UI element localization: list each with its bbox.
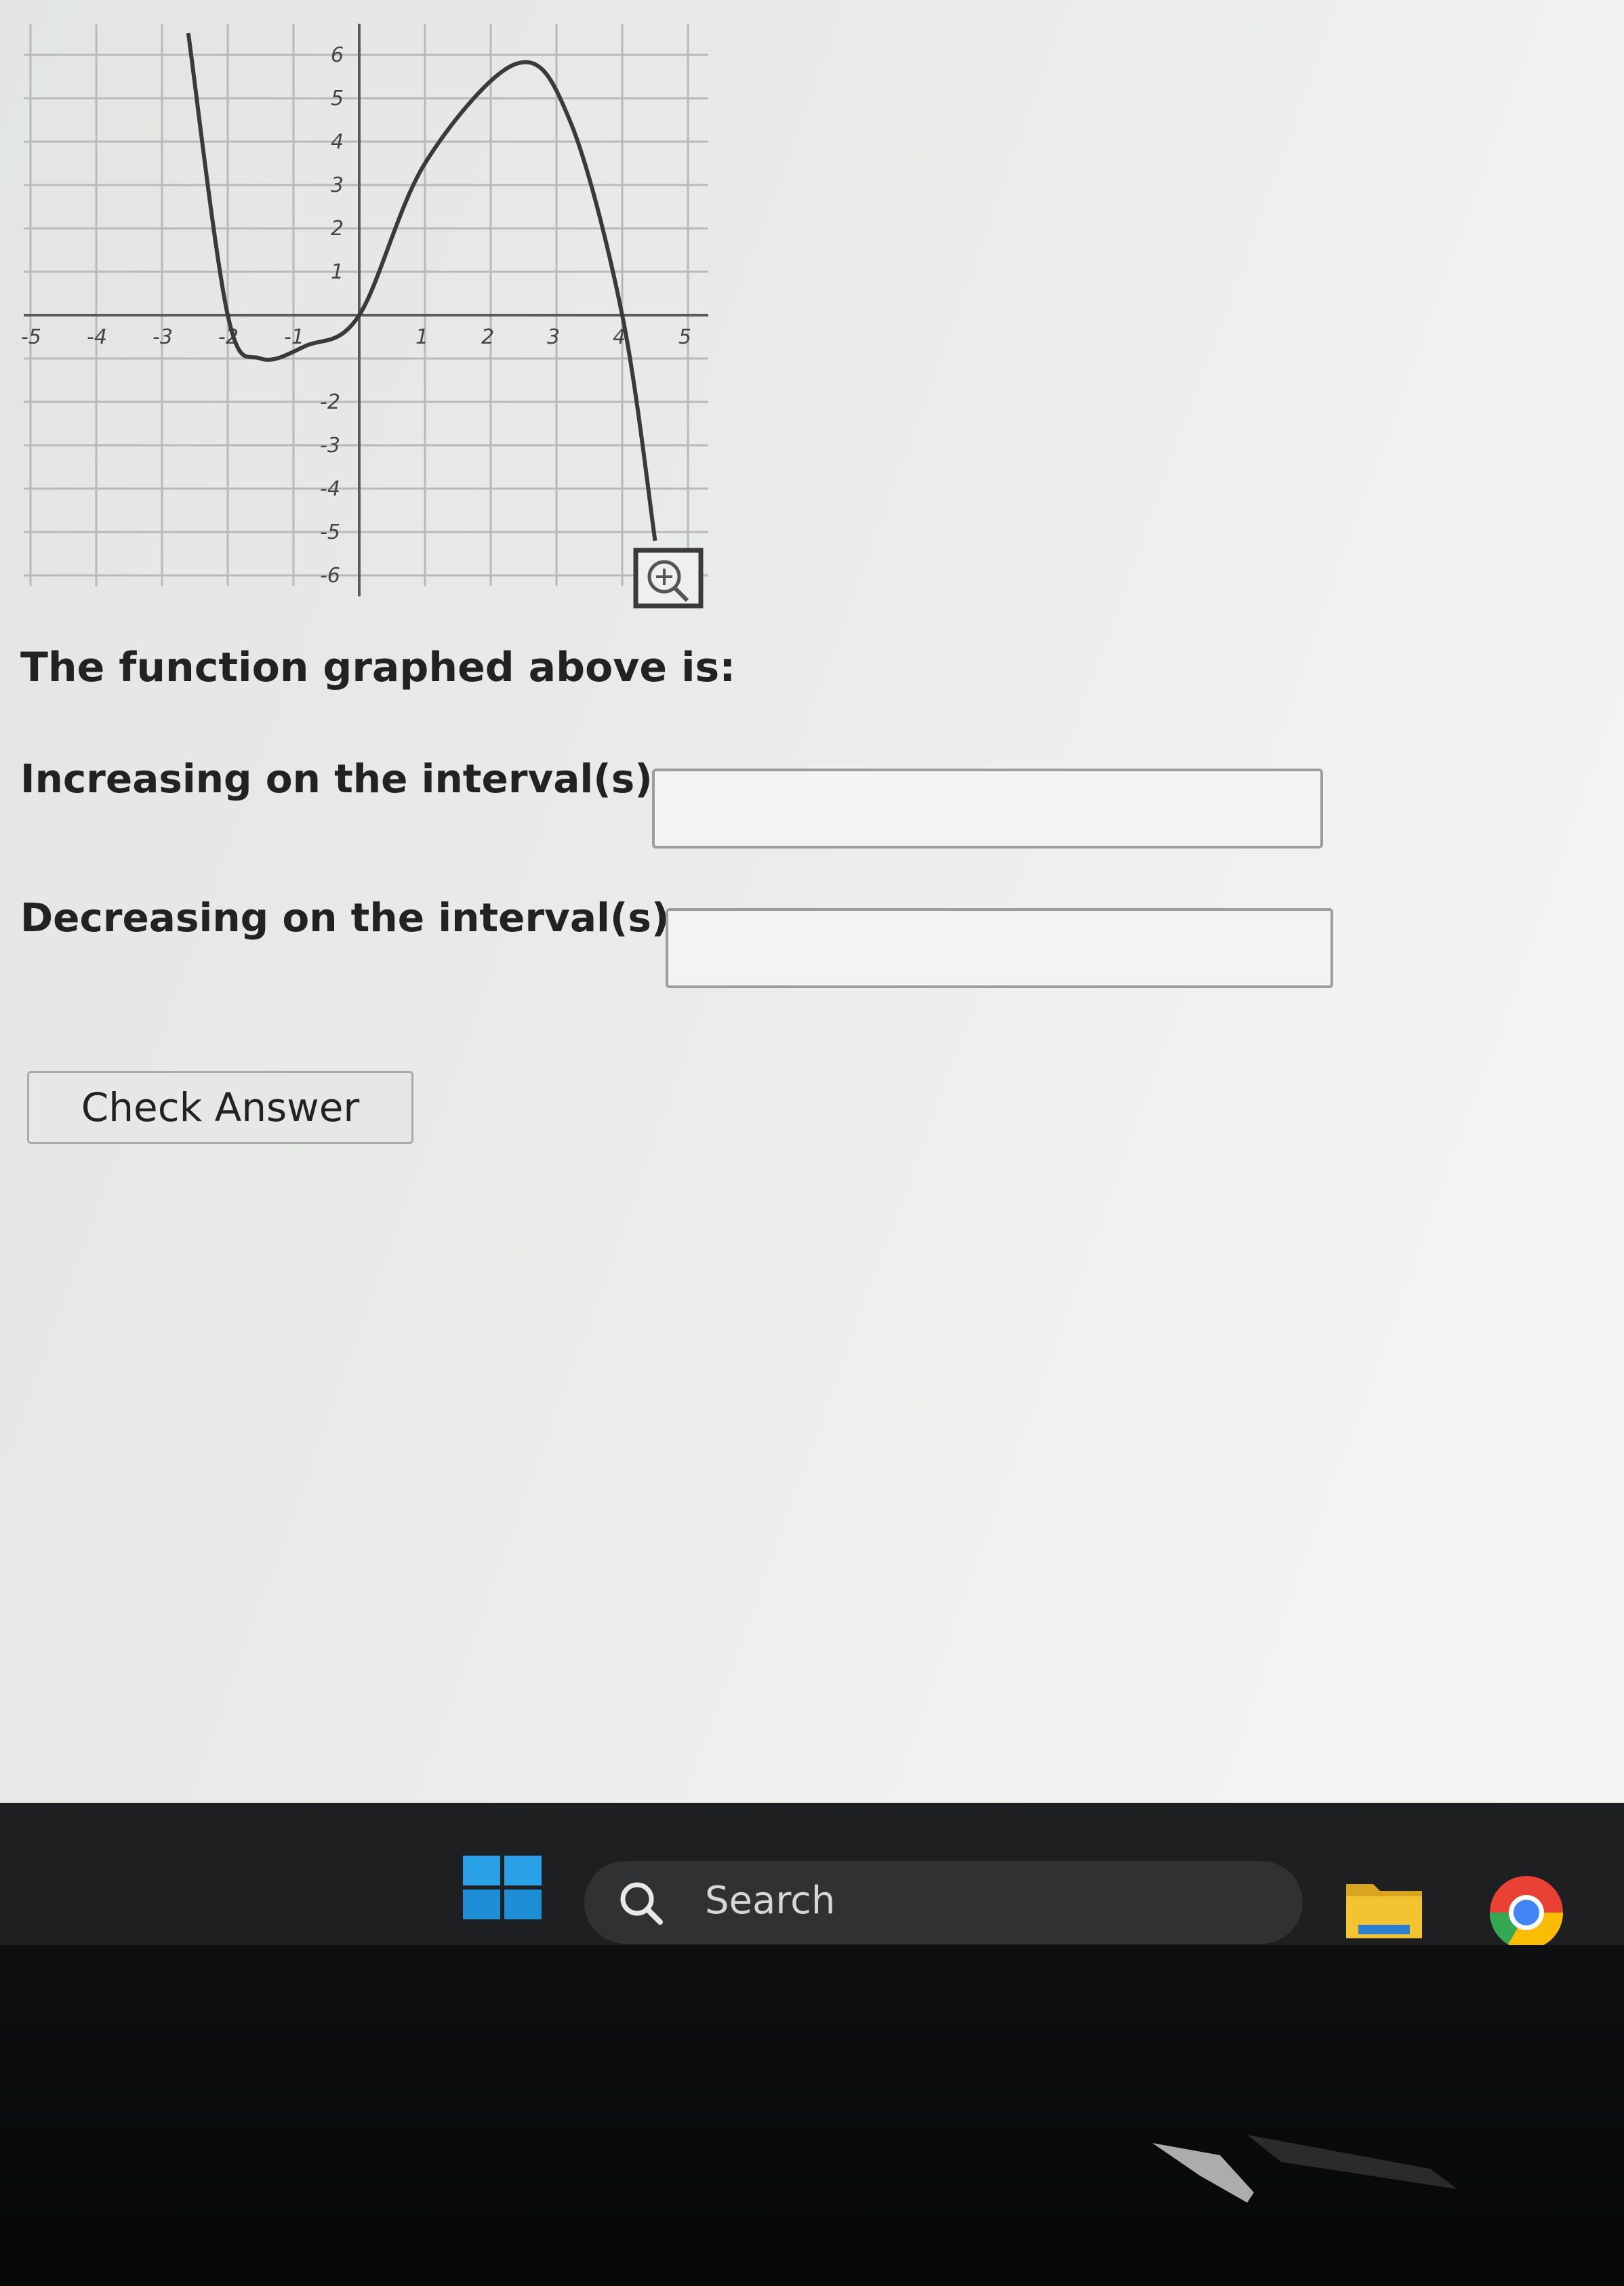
x-tick-label: -3 [153, 325, 173, 349]
function-graph: -5 -4 -3 -2 -1 1 2 3 4 5 6 5 4 3 2 1 -2 -3 -4 -5 -6 [20, 14, 718, 610]
x-tick-label: 3 [547, 325, 560, 349]
y-tick-label: 1 [331, 260, 344, 284]
y-tick-label: 3 [331, 174, 344, 197]
windows-start-icon[interactable] [463, 1856, 542, 1919]
increasing-input[interactable] [652, 769, 1323, 849]
x-tick-label: -4 [87, 325, 107, 349]
web-page: -5 -4 -3 -2 -1 1 2 3 4 5 6 5 4 3 2 1 -2 -3 -4 -5 -6 The func… [0, 0, 1624, 1803]
search-placeholder: Search [705, 1879, 836, 1923]
question-prompt: The function graphed above is: [20, 644, 736, 691]
decreasing-label: Decreasing on the interval(s) [20, 895, 670, 941]
x-tick-label: 5 [678, 325, 691, 349]
desk-background [0, 1945, 1624, 2286]
y-tick-label: -4 [320, 477, 340, 501]
taskbar-search[interactable]: Search [584, 1861, 1303, 1944]
decreasing-input[interactable] [666, 908, 1333, 988]
x-tick-label: 2 [481, 325, 494, 349]
function-curve [186, 33, 657, 542]
x-tick-label: 1 [415, 325, 428, 349]
y-tick-label: -6 [320, 564, 340, 588]
file-explorer-icon[interactable] [1343, 1877, 1425, 1942]
magnify-icon[interactable] [633, 548, 704, 609]
chrome-icon[interactable] [1484, 1872, 1568, 1956]
y-tick-label: -5 [320, 521, 340, 544]
y-tick-label: -2 [320, 390, 340, 414]
check-answer-button[interactable]: Check Answer [27, 1071, 413, 1144]
increasing-label: Increasing on the interval(s) [20, 756, 653, 802]
y-tick-label: 2 [331, 217, 344, 241]
y-tick-label: 4 [331, 130, 344, 154]
x-tick-label: -1 [284, 325, 304, 349]
y-tick-label: -3 [320, 434, 340, 457]
y-tick-label: 5 [331, 87, 344, 110]
y-tick-label: 6 [331, 43, 344, 67]
search-icon [620, 1882, 663, 1925]
screen-glare [1152, 2135, 1457, 2203]
graph-svg: -5 -4 -3 -2 -1 1 2 3 4 5654321-2-3-4-5-6 [21, 24, 708, 609]
x-tick-label: -5 [21, 325, 41, 349]
